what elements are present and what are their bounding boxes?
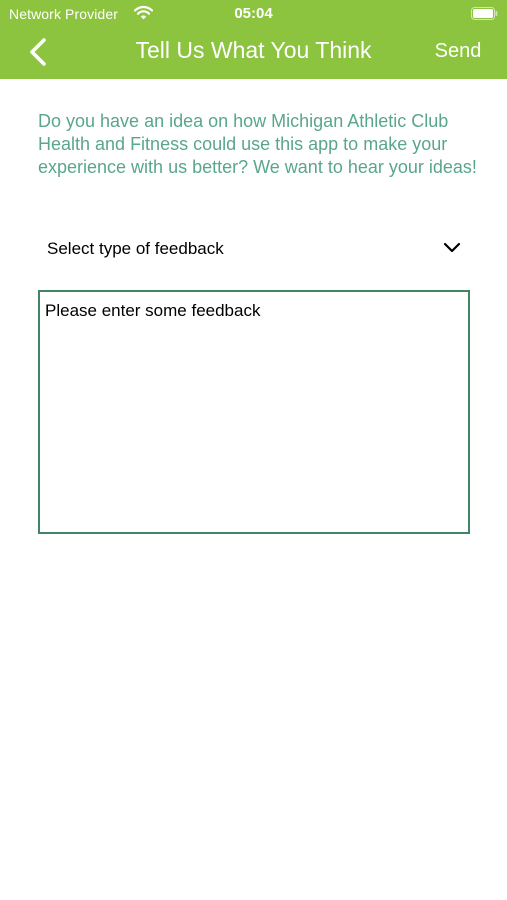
battery-icon — [471, 7, 498, 20]
feedback-type-dropdown[interactable]: Select type of feedback — [38, 226, 470, 274]
status-bar: Network Provider 05:04 — [0, 0, 507, 28]
back-button[interactable] — [22, 35, 56, 69]
chevron-down-icon — [443, 242, 461, 253]
status-time: 05:04 — [234, 5, 273, 22]
send-button[interactable]: Send — [425, 40, 491, 63]
feedback-input[interactable] — [38, 290, 470, 534]
intro-text: Do you have an idea on how Michigan Athl… — [38, 111, 477, 177]
feedback-type-value: Select type of feedback — [47, 239, 224, 258]
navigation-header: Network Provider 05:04 Tell Us What You … — [0, 0, 507, 79]
chevron-left-icon — [30, 38, 46, 66]
page-title: Tell Us What You Think — [135, 37, 372, 63]
